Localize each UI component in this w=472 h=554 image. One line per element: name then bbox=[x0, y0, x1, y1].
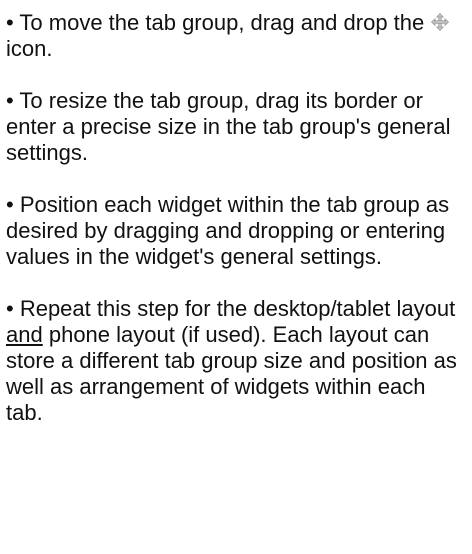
instruction-move-suffix: icon. bbox=[6, 36, 53, 61]
instruction-repeat-text: • Repeat this step for the desktop/table… bbox=[6, 296, 456, 321]
instruction-resize: • To resize the tab group, drag its bord… bbox=[6, 88, 466, 166]
move-arrows-icon bbox=[431, 11, 450, 32]
instruction-repeat: • Repeat this step for the desktop/table… bbox=[6, 296, 466, 426]
instruction-repeat-suffix: phone layout (if used). Each layout can … bbox=[6, 322, 457, 425]
instructions-panel: • To move the tab group, drag and drop t… bbox=[0, 0, 466, 426]
instruction-resize-text: • To resize the tab group, drag its bord… bbox=[6, 88, 451, 165]
instruction-position-text: • Position each widget within the tab gr… bbox=[6, 192, 450, 269]
instruction-move-text: • To move the tab group, drag and drop t… bbox=[6, 10, 425, 35]
instruction-position: • Position each widget within the tab gr… bbox=[6, 192, 466, 270]
underlined-and: and bbox=[6, 322, 43, 347]
instruction-move: • To move the tab group, drag and drop t… bbox=[6, 10, 466, 62]
